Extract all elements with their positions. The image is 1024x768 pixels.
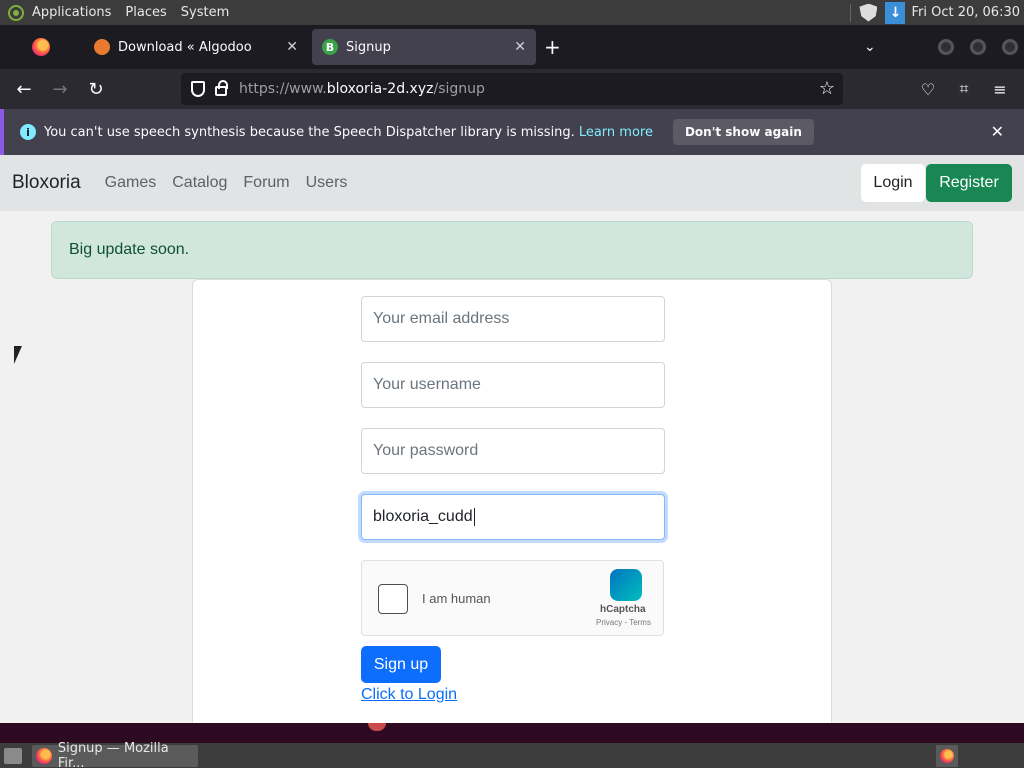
site-brand[interactable]: Bloxoria xyxy=(12,172,81,194)
register-button[interactable]: Register xyxy=(926,164,1012,202)
maximize-button[interactable] xyxy=(970,39,986,55)
announcement-alert: Big update soon. xyxy=(51,221,973,279)
hamburger-menu-icon[interactable]: ≡ xyxy=(988,77,1012,101)
tray-separator xyxy=(850,3,852,22)
minimize-button[interactable] xyxy=(938,39,954,55)
close-icon[interactable]: ✕ xyxy=(991,122,1004,141)
tab-close-icon[interactable]: ✕ xyxy=(286,39,298,55)
lock-icon[interactable] xyxy=(215,80,228,96)
hcaptcha-privacy-terms[interactable]: Privacy - Terms xyxy=(596,618,651,627)
top-panel: Applications Places System ↓ Fri Oct 20,… xyxy=(0,0,1024,25)
hcaptcha-logo-icon xyxy=(610,569,642,601)
desktop-decoration xyxy=(368,723,386,731)
system-tray: ↓ Fri Oct 20, 06:30 xyxy=(850,0,1024,25)
tab-title: Signup xyxy=(346,39,391,55)
applications-menu[interactable]: Applications xyxy=(32,5,111,20)
nav-link-forum[interactable]: Forum xyxy=(243,174,289,192)
field-value: bloxoria_cudd xyxy=(373,508,473,525)
signup-card: Your email address Your username Your pa… xyxy=(192,279,832,723)
notification-message: You can't use speech synthesis because t… xyxy=(44,124,575,140)
taskbar-window-title: Signup — Mozilla Fir... xyxy=(57,740,169,768)
hcaptcha-brand: hCaptcha xyxy=(600,604,646,615)
url-host: bloxoria-2d.xyz xyxy=(326,81,434,97)
extensions-icon[interactable]: ⌗ xyxy=(952,77,976,101)
system-menu[interactable]: System xyxy=(181,5,229,20)
shield-icon[interactable] xyxy=(859,3,878,22)
email-field[interactable]: Your email address xyxy=(361,296,665,342)
taskbar: Signup — Mozilla Fir... xyxy=(0,741,1024,768)
notification-bar: i You can't use speech synthesis because… xyxy=(0,109,1024,155)
tab-signup[interactable]: B Signup ✕ xyxy=(312,29,536,65)
distro-logo-icon[interactable] xyxy=(8,4,24,21)
firefox-icon xyxy=(32,38,50,56)
forward-arrow-icon[interactable]: → xyxy=(48,77,72,101)
tab-title: Download « Algodoo xyxy=(118,39,252,55)
url-bar[interactable]: https://www. bloxoria-2d.xyz/signup ☆ xyxy=(181,73,843,105)
sign-up-button[interactable]: Sign up xyxy=(361,646,441,683)
bloxoria-b-icon: B xyxy=(322,39,338,55)
text-caret xyxy=(473,508,475,526)
tracking-protection-icon[interactable] xyxy=(191,81,205,97)
chevron-down-icon[interactable]: ⌄ xyxy=(864,39,876,55)
algodoo-icon xyxy=(94,39,110,55)
workspace-switcher[interactable] xyxy=(936,745,958,767)
captcha-label: I am human xyxy=(422,591,491,606)
window-controls xyxy=(922,39,1018,55)
nav-link-games[interactable]: Games xyxy=(105,174,157,192)
new-tab-plus-icon[interactable]: + xyxy=(544,37,561,57)
page-content: Bloxoria Games Catalog Forum Users Login… xyxy=(0,155,1024,723)
pocket-icon[interactable]: ♡ xyxy=(916,77,940,101)
alert-text: Big update soon. xyxy=(69,241,190,258)
password-field[interactable]: Your password xyxy=(361,428,665,474)
hcaptcha-widget: I am human hCaptcha Privacy - Terms xyxy=(361,560,664,636)
active-text-field[interactable]: bloxoria_cudd xyxy=(361,494,665,540)
back-arrow-icon[interactable]: ← xyxy=(12,77,36,101)
login-button[interactable]: Login xyxy=(861,164,925,202)
places-menu[interactable]: Places xyxy=(125,5,166,20)
clock[interactable]: Fri Oct 20, 06:30 xyxy=(911,5,1020,20)
url-scheme: https://www. xyxy=(239,81,327,97)
url-path: /signup xyxy=(433,81,485,97)
taskbar-window-firefox[interactable]: Signup — Mozilla Fir... xyxy=(32,741,198,768)
tab-close-icon[interactable]: ✕ xyxy=(514,39,526,55)
captcha-checkbox[interactable] xyxy=(378,584,408,614)
show-desktop-icon[interactable] xyxy=(4,747,22,764)
username-field[interactable]: Your username xyxy=(361,362,665,408)
dont-show-again-button[interactable]: Don't show again xyxy=(672,119,814,145)
bookmark-star-icon[interactable]: ☆ xyxy=(819,78,835,99)
learn-more-link[interactable]: Learn more xyxy=(579,125,653,140)
tab-bar: Download « Algodoo ✕ B Signup ✕ + ⌄ xyxy=(0,25,1024,69)
firefox-icon xyxy=(36,747,52,764)
info-icon: i xyxy=(20,124,36,140)
download-arrow-icon[interactable]: ↓ xyxy=(885,1,906,24)
site-navbar: Bloxoria Games Catalog Forum Users Login… xyxy=(0,155,1024,211)
click-to-login-link[interactable]: Click to Login xyxy=(361,686,457,704)
mouse-pointer-icon xyxy=(14,346,22,364)
firefox-icon xyxy=(940,749,954,763)
tab-algodoo[interactable]: Download « Algodoo ✕ xyxy=(84,29,308,65)
nav-link-users[interactable]: Users xyxy=(306,174,348,192)
firefox-view-button[interactable] xyxy=(0,25,82,69)
nav-link-catalog[interactable]: Catalog xyxy=(172,174,227,192)
reload-icon[interactable]: ↻ xyxy=(84,77,108,101)
navigation-toolbar: ← → ↻ https://www. bloxoria-2d.xyz/signup… xyxy=(0,69,1024,109)
close-window-button[interactable] xyxy=(1002,39,1018,55)
